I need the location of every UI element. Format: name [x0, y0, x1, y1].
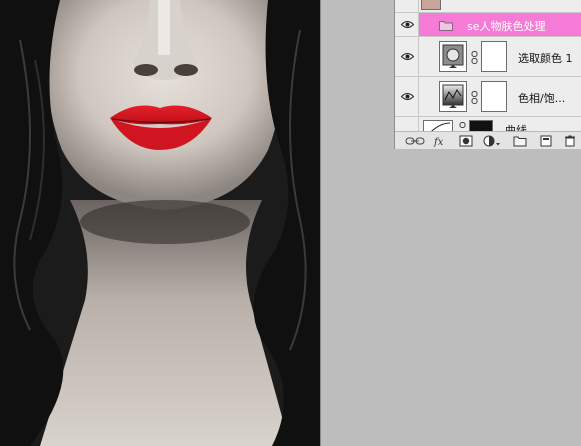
eye-icon[interactable] [401, 20, 414, 29]
layers-panel: se人物肤色处理 选取颜色 1 色相/饱... 曲线 fx [394, 0, 581, 149]
eye-icon[interactable] [401, 52, 414, 61]
curves-thumbnail [423, 120, 453, 131]
selective-color-icon [442, 44, 464, 68]
group-name: se人物肤色处理 [467, 20, 546, 33]
chain-icon[interactable] [459, 122, 466, 131]
eye-cell[interactable] [395, 117, 419, 131]
hue-saturation-icon [442, 84, 464, 108]
trash-icon[interactable] [563, 135, 577, 147]
chain-icon[interactable] [471, 51, 478, 64]
adjustment-thumbnail [439, 41, 467, 72]
layer-thumbnail [421, 0, 441, 10]
portrait-photo [0, 0, 320, 446]
layer-row-hue-saturation[interactable]: 色相/饱... [395, 77, 581, 117]
folder-icon [439, 21, 453, 31]
mask-icon[interactable] [459, 135, 473, 147]
layer-mask-thumbnail[interactable] [481, 81, 507, 112]
workspace-background [321, 149, 581, 446]
document-canvas[interactable] [0, 0, 321, 446]
folder-icon[interactable] [513, 135, 527, 147]
eye-icon[interactable] [401, 92, 414, 101]
layers-footer-toolbar: fx [395, 131, 581, 149]
adjustment-icon[interactable] [483, 135, 501, 147]
adjustment-thumbnail [439, 81, 467, 112]
selective-color-label: 选取颜色 1 [518, 52, 573, 65]
hue-saturation-label: 色相/饱... [518, 92, 566, 105]
curves-label: 曲线 [505, 124, 527, 131]
link-icon[interactable] [405, 135, 425, 147]
layer-mask-thumbnail[interactable] [469, 120, 493, 131]
eye-cell[interactable] [395, 37, 419, 76]
chain-icon[interactable] [471, 91, 478, 104]
layer-mask-thumbnail[interactable] [481, 41, 507, 72]
eye-cell [395, 0, 419, 12]
layer-row-curves[interactable]: 曲线 [395, 117, 581, 131]
svg-text:fx: fx [433, 137, 444, 147]
layer-row-group[interactable]: se人物肤色处理 [395, 13, 581, 37]
curves-icon [431, 122, 451, 131]
layer-row-top[interactable] [395, 0, 581, 13]
eye-cell[interactable] [395, 77, 419, 116]
new-layer-icon[interactable] [539, 135, 553, 147]
fx-icon[interactable]: fx [433, 135, 449, 147]
layer-row-selective-color[interactable]: 选取颜色 1 [395, 37, 581, 77]
eye-cell[interactable] [395, 13, 419, 36]
